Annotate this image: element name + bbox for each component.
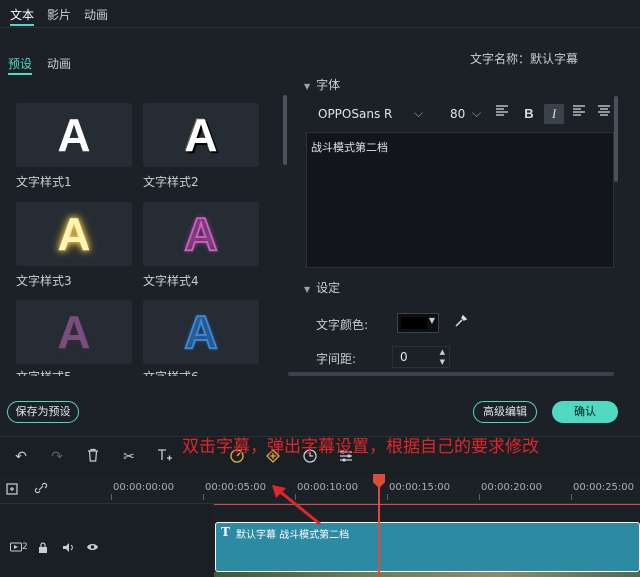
tab-video[interactable]: 影片 <box>47 6 71 23</box>
spacing-label: 字间距: <box>316 352 357 366</box>
settings-scrollbar[interactable] <box>614 96 618 182</box>
confirm-button[interactable]: 确认 <box>552 401 618 423</box>
preset-glyph: A <box>183 207 218 261</box>
line-spacing-icon[interactable] <box>492 104 512 124</box>
annotation-arrow <box>272 485 321 526</box>
font-section-title: 字体 <box>316 78 341 92</box>
spin-down-icon[interactable]: ▼ <box>440 358 445 366</box>
subtab-presets[interactable]: 预设 <box>8 55 33 75</box>
settings-section-title: 设定 <box>316 281 341 295</box>
preset-style-1[interactable]: A <box>16 103 132 167</box>
speaker-icon[interactable] <box>62 542 74 556</box>
preset-glyph: A <box>57 306 91 358</box>
ruler-tick <box>111 494 112 500</box>
caret-down-icon: ▼ <box>428 316 435 325</box>
italic-icon[interactable]: I <box>544 104 564 124</box>
ruler-tick-label: 00:00:15:00 <box>389 482 451 493</box>
tab-text[interactable]: 文本 <box>10 6 35 26</box>
track-number: 2 <box>22 542 28 552</box>
top-tab-bar: 文本 影片 动画 <box>0 0 640 28</box>
chevron-down-icon[interactable]: ⌵ <box>472 106 481 121</box>
text-clip-icon: T <box>221 525 230 539</box>
spacing-value: 0 <box>400 350 408 364</box>
font-section-header[interactable]: ▼ 字体 <box>304 76 340 93</box>
ruler-tick-label: 00:00:00:00 <box>113 482 175 493</box>
track-header <box>0 505 212 577</box>
caret-down-icon: ▼ <box>304 285 311 294</box>
preset-style-6[interactable]: A <box>143 300 259 364</box>
video-clip-strip[interactable] <box>214 572 640 577</box>
ruler-tick <box>387 494 388 500</box>
preset-label-6: 文字样式6 <box>143 368 199 376</box>
preset-style-5[interactable]: A <box>16 300 132 364</box>
ruler-tick <box>203 494 204 500</box>
link-icon[interactable] <box>32 481 50 499</box>
spin-up-icon[interactable]: ▲ <box>440 348 445 356</box>
save-preset-button[interactable]: 保存为预设 <box>7 401 79 423</box>
text-name-label: 文字名称：默认字幕 <box>470 52 579 66</box>
add-track-icon[interactable] <box>4 481 22 499</box>
preset-label-2: 文字样式2 <box>143 175 199 189</box>
scissors-icon[interactable]: ✂ <box>120 448 138 466</box>
bold-icon[interactable]: B <box>519 104 539 124</box>
tab-animation[interactable]: 动画 <box>84 6 108 23</box>
settings-section-header[interactable]: ▼ 设定 <box>304 279 340 296</box>
text-content-input[interactable]: 战斗模式第二档 <box>306 132 614 268</box>
text-color-label: 文字颜色: <box>316 318 369 332</box>
ruler-tick <box>571 494 572 500</box>
text-edit-icon[interactable] <box>156 448 174 466</box>
presets-scrollbar[interactable] <box>283 95 287 165</box>
track-video-icon <box>10 542 22 555</box>
preset-glyph: A <box>184 109 218 161</box>
preset-glyph: A <box>57 208 91 260</box>
spacing-stepper[interactable]: 0 ▲ ▼ <box>392 346 450 368</box>
preset-label-clip: 文字样式5 <box>16 368 132 376</box>
panel-hscrollbar[interactable] <box>288 372 614 376</box>
text-color-picker[interactable]: ▼ <box>397 313 439 333</box>
ruler-tick <box>479 494 480 500</box>
align-left-icon[interactable] <box>569 104 589 124</box>
preset-glyph: A <box>57 109 91 161</box>
preset-glyph: A <box>183 305 218 359</box>
annotation-text: 双击字幕，弹出字幕设置，根据自己的要求修改 <box>182 437 539 457</box>
undo-icon[interactable]: ↶ <box>12 448 30 466</box>
eyedropper-icon[interactable] <box>454 314 468 332</box>
preset-label-4: 文字样式4 <box>143 274 199 288</box>
subtab-animation[interactable]: 动画 <box>47 55 71 72</box>
preset-style-4[interactable]: A <box>143 202 259 266</box>
clip-label: 默认字幕 战斗模式第二档 <box>236 530 350 541</box>
caret-down-icon: ▼ <box>304 82 311 91</box>
lock-icon[interactable] <box>38 542 48 556</box>
preset-label-5: 文字样式5 <box>16 368 72 376</box>
eye-icon[interactable] <box>86 542 99 555</box>
font-toolbar: OPPOSans R ⌵ 80 ⌵ B I <box>304 100 614 130</box>
ruler-tick-label: 00:00:25:00 <box>573 482 635 493</box>
preset-label-clip: 文字样式6 <box>143 368 259 376</box>
font-family-select[interactable]: OPPOSans R <box>318 107 392 121</box>
advanced-edit-button[interactable]: 高级编辑 <box>473 401 537 423</box>
ruler-tick-label: 00:00:05:00 <box>205 482 267 493</box>
preset-style-3[interactable]: A <box>16 202 132 266</box>
font-size-select[interactable]: 80 <box>450 107 465 121</box>
ruler-tick-label: 00:00:20:00 <box>481 482 543 493</box>
color-swatch <box>401 317 427 329</box>
preset-label-1: 文字样式1 <box>16 175 72 189</box>
text-clip[interactable]: T 默认字幕 战斗模式第二档 <box>215 522 640 572</box>
chevron-down-icon[interactable]: ⌵ <box>414 106 423 121</box>
redo-icon[interactable]: ↷ <box>48 448 66 466</box>
align-center-icon[interactable] <box>594 104 614 124</box>
delete-icon[interactable] <box>84 448 102 466</box>
playhead-line <box>378 486 380 577</box>
preset-label-3: 文字样式3 <box>16 274 72 288</box>
preset-style-2[interactable]: A <box>143 103 259 167</box>
